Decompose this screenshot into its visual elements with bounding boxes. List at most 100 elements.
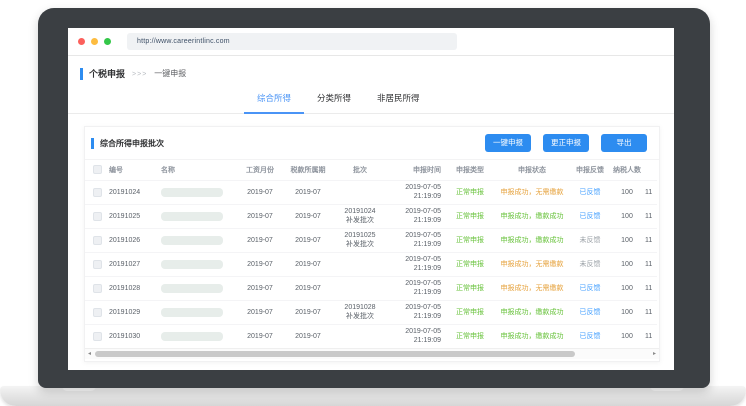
cell-salary-month: 2019-07 bbox=[237, 180, 283, 204]
tab-comprehensive-income[interactable]: 综合所得 bbox=[244, 92, 304, 113]
column-header: 申报状态 bbox=[493, 160, 571, 180]
cell-declare-status: 申报成功，缴款成功 bbox=[493, 300, 571, 324]
cell-batch: 20191024补发批次 bbox=[333, 204, 387, 228]
cell-declare-time: 2019-07-0521:19:09 bbox=[387, 252, 447, 276]
cell-batch: 20191028补发批次 bbox=[333, 300, 387, 324]
checkbox-icon[interactable] bbox=[93, 188, 102, 197]
scrollbar-thumb[interactable] bbox=[95, 351, 575, 357]
name-placeholder-bar bbox=[161, 332, 223, 341]
breadcrumb-separator: >>> bbox=[132, 71, 147, 78]
cell-declare-status: 申报成功，无需缴款 bbox=[493, 252, 571, 276]
table-row: 201910242019-072019-072019-07-0521:19:09… bbox=[85, 180, 657, 204]
cell-feedback: 已反馈 bbox=[571, 324, 609, 348]
name-placeholder-bar bbox=[161, 284, 223, 293]
column-header: 名称 bbox=[161, 160, 237, 180]
cell-batch: 20191025补发批次 bbox=[333, 228, 387, 252]
one-click-declare-button[interactable]: 一键申报 bbox=[485, 134, 531, 152]
column-header: 申报时间 bbox=[387, 160, 447, 180]
checkbox-icon[interactable] bbox=[93, 308, 102, 317]
cell-name-placeholder bbox=[161, 204, 237, 228]
url-bar[interactable]: http://www.careerintlinc.com bbox=[127, 33, 457, 50]
cell-salary-month: 2019-07 bbox=[237, 300, 283, 324]
cell-tax-period: 2019-07 bbox=[283, 252, 333, 276]
cell-salary-month: 2019-07 bbox=[237, 204, 283, 228]
checkbox-icon[interactable] bbox=[93, 284, 102, 293]
column-header: 纳税人数 bbox=[609, 160, 645, 180]
accent-bar bbox=[91, 138, 94, 149]
cell-feedback: 未反馈 bbox=[571, 252, 609, 276]
cell-feedback: 已反馈 bbox=[571, 300, 609, 324]
cell-partial-column: 11 bbox=[645, 228, 657, 252]
tab-classified-income[interactable]: 分类所得 bbox=[304, 92, 364, 113]
cell-declare-status: 申报成功，缴款成功 bbox=[493, 324, 571, 348]
table-row: 201910292019-072019-0720191028补发批次2019-0… bbox=[85, 300, 657, 324]
row-checkbox bbox=[85, 180, 109, 204]
row-checkbox bbox=[85, 324, 109, 348]
scroll-left-arrow-icon[interactable]: ◂ bbox=[88, 349, 91, 359]
row-checkbox bbox=[85, 276, 109, 300]
scroll-right-arrow-icon[interactable]: ▸ bbox=[653, 349, 656, 359]
row-checkbox bbox=[85, 300, 109, 324]
cell-declare-type: 正常申报 bbox=[447, 252, 493, 276]
cell-declare-time: 2019-07-0521:19:09 bbox=[387, 228, 447, 252]
panel-actions: 一键申报 更正申报 导出 bbox=[485, 134, 647, 152]
panel-title-wrap: 综合所得申报批次 bbox=[91, 138, 164, 149]
cell-batch bbox=[333, 276, 387, 300]
cell-name-placeholder bbox=[161, 228, 237, 252]
name-placeholder-bar bbox=[161, 308, 223, 317]
cell-id: 20191024 bbox=[109, 180, 161, 204]
tab-nonresident-income[interactable]: 非居民所得 bbox=[364, 92, 433, 113]
horizontal-scrollbar[interactable]: ◂ ▸ bbox=[85, 348, 659, 359]
cell-tax-period: 2019-07 bbox=[283, 228, 333, 252]
correct-declare-button[interactable]: 更正申报 bbox=[543, 134, 589, 152]
cell-feedback: 已反馈 bbox=[571, 276, 609, 300]
cell-id: 20191027 bbox=[109, 252, 161, 276]
cell-tax-period: 2019-07 bbox=[283, 204, 333, 228]
cell-id: 20191030 bbox=[109, 324, 161, 348]
cell-declare-type: 正常申报 bbox=[447, 300, 493, 324]
export-button[interactable]: 导出 bbox=[601, 134, 647, 152]
table-row: 201910282019-072019-072019-07-0521:19:09… bbox=[85, 276, 657, 300]
accent-bar bbox=[80, 68, 83, 80]
cell-declare-time: 2019-07-0521:19:09 bbox=[387, 300, 447, 324]
checkbox-icon[interactable] bbox=[93, 212, 102, 221]
tab-bar: 综合所得 分类所得 非居民所得 bbox=[68, 82, 674, 114]
traffic-light-close-icon[interactable] bbox=[78, 38, 85, 45]
cell-taxpayer-count: 100 bbox=[609, 204, 645, 228]
cell-partial-column: 11 bbox=[645, 324, 657, 348]
checkbox-icon[interactable] bbox=[93, 332, 102, 341]
cell-partial-column: 11 bbox=[645, 300, 657, 324]
column-header: 税款所属期 bbox=[283, 160, 333, 180]
name-placeholder-bar bbox=[161, 260, 223, 269]
cell-declare-type: 正常申报 bbox=[447, 228, 493, 252]
laptop-mockup: http://www.careerintlinc.com 个税申报 >>> 一键… bbox=[0, 0, 746, 406]
cell-declare-type: 正常申报 bbox=[447, 204, 493, 228]
column-header: 工资月份 bbox=[237, 160, 283, 180]
cell-name-placeholder bbox=[161, 276, 237, 300]
column-header: 申报类型 bbox=[447, 160, 493, 180]
checkbox-icon[interactable] bbox=[93, 165, 102, 174]
table-row: 201910252019-072019-0720191024补发批次2019-0… bbox=[85, 204, 657, 228]
cell-declare-time: 2019-07-0521:19:09 bbox=[387, 204, 447, 228]
traffic-light-zoom-icon[interactable] bbox=[104, 38, 111, 45]
cell-declare-type: 正常申报 bbox=[447, 180, 493, 204]
cell-declare-time: 2019-07-0521:19:09 bbox=[387, 180, 447, 204]
cell-declare-status: 申报成功，无需缴款 bbox=[493, 276, 571, 300]
table-row: 201910262019-072019-0720191025补发批次2019-0… bbox=[85, 228, 657, 252]
checkbox-icon[interactable] bbox=[93, 260, 102, 269]
cell-batch bbox=[333, 324, 387, 348]
traffic-light-minimize-icon[interactable] bbox=[91, 38, 98, 45]
cell-feedback: 已反馈 bbox=[571, 180, 609, 204]
laptop-base bbox=[0, 386, 746, 406]
cell-declare-time: 2019-07-0521:19:09 bbox=[387, 324, 447, 348]
column-header bbox=[645, 160, 657, 180]
name-placeholder-bar bbox=[161, 188, 223, 197]
breadcrumb-section: 个税申报 bbox=[89, 67, 125, 80]
select-all-checkbox[interactable] bbox=[85, 160, 109, 180]
checkbox-icon[interactable] bbox=[93, 236, 102, 245]
breadcrumb-page: 一键申报 bbox=[154, 68, 186, 79]
cell-id: 20191026 bbox=[109, 228, 161, 252]
cell-name-placeholder bbox=[161, 180, 237, 204]
cell-batch bbox=[333, 180, 387, 204]
cell-feedback: 已反馈 bbox=[571, 204, 609, 228]
